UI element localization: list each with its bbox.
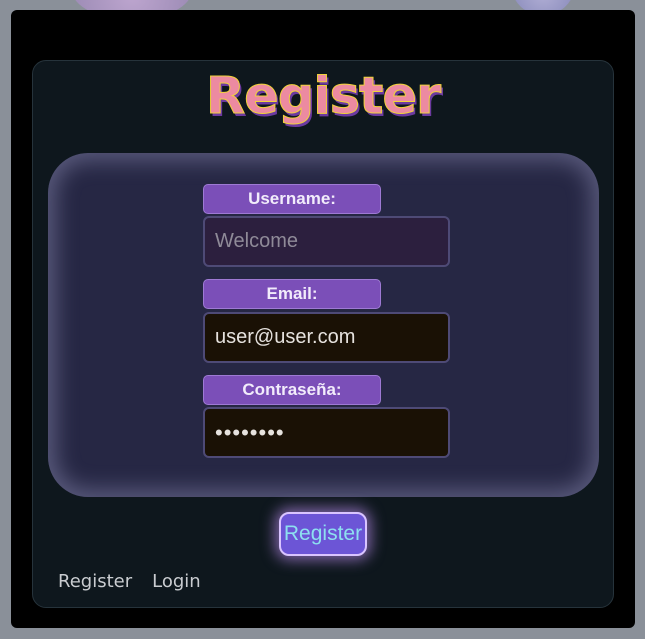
password-value: •••••••• — [215, 419, 285, 445]
password-field[interactable]: •••••••• — [203, 407, 450, 458]
footer-nav: Register Login — [58, 571, 201, 592]
email-label: Email: — [203, 279, 381, 309]
username-field[interactable]: Welcome — [203, 216, 450, 267]
email-value: user@user.com — [215, 326, 356, 348]
app-frame: Register Username: Welcome Email: user@u… — [11, 10, 635, 628]
password-label: Contraseña: — [203, 375, 381, 405]
username-label: Username: — [203, 184, 381, 214]
nav-link-register[interactable]: Register — [58, 571, 132, 592]
nav-link-login[interactable]: Login — [152, 571, 201, 592]
register-card: Register Username: Welcome Email: user@u… — [32, 60, 614, 608]
email-field[interactable]: user@user.com — [203, 312, 450, 363]
register-button[interactable]: Register — [279, 512, 367, 556]
form-panel: Username: Welcome Email: user@user.com C… — [48, 153, 599, 497]
page-title: Register — [205, 67, 441, 127]
username-placeholder: Welcome — [215, 230, 298, 252]
